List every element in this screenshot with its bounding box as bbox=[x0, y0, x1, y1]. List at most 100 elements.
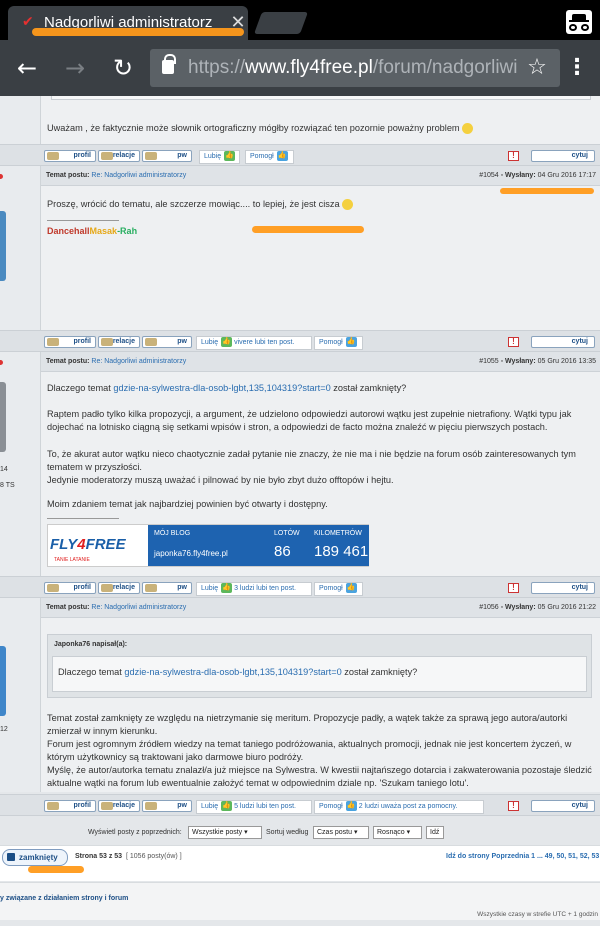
post-subject-link[interactable]: Re: Nadgorliwi administratorzy bbox=[91, 172, 186, 179]
avatar bbox=[0, 646, 6, 716]
quote-text: Dlaczego temat gdzie-na-sylwestra-dla-os… bbox=[52, 656, 587, 692]
report-icon[interactable]: ! bbox=[508, 801, 519, 811]
thread-link[interactable]: gdzie-na-sylwestra-dla-osob-lgbt,135,104… bbox=[124, 667, 341, 677]
quote-block: Japonka76 napisał(a): Dlaczego temat gdz… bbox=[47, 634, 592, 698]
post-subject-link[interactable]: Re: Nadgorliwi administratorzy bbox=[91, 358, 186, 365]
quote-button[interactable]: cytuj bbox=[531, 336, 595, 348]
report-icon[interactable]: ! bbox=[508, 337, 519, 347]
like-button[interactable]: Lubię 👍 vivere lubi ten post. bbox=[196, 336, 312, 350]
flights-count: 86 bbox=[274, 543, 291, 560]
helpful-button[interactable]: Pomogł 👍 bbox=[314, 336, 363, 350]
helpful-button[interactable]: Pomogł 👍 2 ludzi uważa post za pomocny. bbox=[314, 800, 484, 814]
post-count: [ 1056 posty(ów) ] bbox=[126, 853, 182, 860]
post-actions-bar: profil relacje pw Lubię 👍 5 ludzi lubi te… bbox=[0, 794, 600, 816]
page-links[interactable]: Idź do strony Poprzednia 1 ... 49, 50, 5… bbox=[446, 853, 599, 860]
author-column bbox=[0, 96, 41, 144]
helpful-icon: 👍 bbox=[276, 151, 288, 162]
author-info: 14 bbox=[0, 466, 8, 473]
report-icon[interactable]: ! bbox=[508, 151, 519, 161]
pm-button[interactable]: pw bbox=[142, 150, 192, 162]
author-column: 14 8 TS bbox=[0, 352, 41, 576]
post-subject-link[interactable]: Re: Nadgorliwi administratorzy bbox=[91, 604, 186, 611]
locked-topic-button[interactable]: zamknięty bbox=[2, 849, 68, 866]
page-info: Strona 53 z 53 bbox=[75, 853, 123, 860]
quote-author: Japonka76 napisał(a): bbox=[54, 641, 128, 648]
toolbar: ← → ↻ https://www.fly4free.pl/forum/nadg… bbox=[0, 40, 600, 96]
sort-order-select[interactable]: Rosnąco ▾ bbox=[373, 826, 422, 839]
laugh-emoji-icon bbox=[342, 199, 354, 211]
profile-button[interactable]: profil bbox=[44, 800, 96, 812]
go-button[interactable]: Idź bbox=[426, 826, 444, 839]
bookmark-star-icon[interactable]: ☆ bbox=[524, 54, 550, 82]
like-button[interactable]: Lubię 👍 bbox=[199, 150, 240, 164]
relations-button[interactable]: relacje bbox=[98, 150, 140, 162]
post-date: 05 Gru 2016 21:22 bbox=[537, 604, 596, 611]
likes-count: 5 ludzi lubi ten post. bbox=[234, 803, 296, 810]
sort-days-label: Wyświetl posty z poprzednich: bbox=[88, 829, 182, 836]
helpful-icon: 👍 bbox=[345, 583, 357, 594]
helpful-icon: 👍 bbox=[345, 801, 357, 812]
thread-link[interactable]: gdzie-na-sylwestra-dla-osob-lgbt,135,104… bbox=[113, 383, 330, 393]
post-header: Temat postu: Re: Nadgorliwi administrato… bbox=[41, 352, 600, 372]
sort-bar: Wyświetl posty z poprzednich: Wszystkie … bbox=[0, 821, 600, 843]
overflow-menu-icon[interactable]: ⋮ bbox=[566, 54, 588, 82]
quote-button[interactable]: cytuj bbox=[531, 582, 595, 594]
post-number[interactable]: #1055 bbox=[479, 358, 498, 365]
author-column: 12 bbox=[0, 598, 41, 792]
profile-button[interactable]: profil bbox=[44, 150, 96, 162]
reload-icon[interactable]: ↻ bbox=[108, 54, 138, 82]
quote-button[interactable]: cytuj bbox=[531, 150, 595, 162]
sort-key-select[interactable]: Czas postu ▾ bbox=[313, 826, 369, 839]
footer: y związane z działaniem strony i forum W… bbox=[0, 882, 600, 920]
profile-button[interactable]: profil bbox=[44, 582, 96, 594]
likes-count: vivere lubi ten post. bbox=[234, 339, 295, 346]
post-date: 04 Gru 2016 17:17 bbox=[537, 172, 596, 179]
thumbs-up-icon: 👍 bbox=[224, 151, 236, 162]
post-actions-bar: profil relacje pw Lubię 👍 Pomogł 👍 ! cytuj bbox=[0, 144, 600, 166]
pm-button[interactable]: pw bbox=[142, 800, 192, 812]
fly4free-logo: FLY4FREE bbox=[50, 536, 126, 553]
relations-button[interactable]: relacje bbox=[98, 800, 140, 812]
likes-count: 3 ludzi lubi ten post. bbox=[234, 585, 296, 592]
blog-banner[interactable]: FLY4FREE TANIE LATANIE MÓJ BLOG japonka7… bbox=[47, 524, 369, 567]
post-header: Temat postu: Re: Nadgorliwi administrato… bbox=[41, 598, 600, 618]
lock-icon bbox=[162, 54, 176, 74]
avatar bbox=[0, 211, 6, 281]
post-text: Jedynie moderatorzy muszą uważać i pilno… bbox=[47, 475, 394, 485]
quote-button[interactable]: cytuj bbox=[531, 800, 595, 812]
author-info: 12 bbox=[0, 726, 8, 733]
incognito-icon bbox=[566, 10, 592, 34]
timezone-note: Wszystkie czasy w strefie UTC + 1 godzin bbox=[477, 911, 598, 918]
relations-button[interactable]: relacje bbox=[98, 582, 140, 594]
avatar bbox=[0, 382, 6, 452]
helpful-count: 2 ludzi uważa post za pomocny. bbox=[358, 803, 458, 810]
helpful-button[interactable]: Pomogł 👍 bbox=[245, 150, 294, 164]
post-text: Proszę, wrócić do tematu, ale szczerze m… bbox=[47, 199, 340, 209]
back-icon[interactable]: ← bbox=[12, 54, 42, 82]
like-button[interactable]: Lubię 👍 3 ludzi lubi ten post. bbox=[196, 582, 312, 596]
post-number[interactable]: #1056 bbox=[479, 604, 498, 611]
thumbs-up-icon: 👍 bbox=[221, 801, 233, 812]
pm-button[interactable]: pw bbox=[142, 582, 192, 594]
forward-icon[interactable]: → bbox=[60, 54, 90, 82]
thumbs-up-icon: 👍 bbox=[221, 337, 233, 348]
post-text: Dlaczego temat gdzie-na-sylwestra-dla-os… bbox=[47, 383, 407, 393]
profile-button[interactable]: profil bbox=[44, 336, 96, 348]
days-select[interactable]: Wszystkie posty ▾ bbox=[188, 826, 262, 839]
highlight-tab bbox=[32, 28, 244, 36]
pagination-row: zamknięty Strona 53 z 53 [ 1056 posty(ów… bbox=[0, 845, 600, 881]
footer-link[interactable]: y związane z działaniem strony i forum bbox=[0, 895, 128, 902]
sort-by-label: Sortuj według bbox=[266, 829, 309, 836]
post-icon: ▫ bbox=[500, 172, 504, 179]
new-tab-button[interactable] bbox=[253, 12, 309, 34]
report-icon[interactable]: ! bbox=[508, 583, 519, 593]
relations-button[interactable]: relacje bbox=[98, 336, 140, 348]
post-number[interactable]: #1054 bbox=[479, 172, 498, 179]
post-text: Raptem padło tylko kilka propozycji, a a… bbox=[47, 409, 572, 432]
address-bar[interactable]: https://www.fly4free.pl/forum/nadgorliwi… bbox=[150, 49, 560, 87]
highlight-text bbox=[252, 226, 364, 233]
pm-button[interactable]: pw bbox=[142, 336, 192, 348]
helpful-button[interactable]: Pomogł 👍 bbox=[314, 582, 363, 596]
wink-emoji-icon bbox=[462, 123, 474, 135]
like-button[interactable]: Lubię 👍 5 ludzi lubi ten post. bbox=[196, 800, 312, 814]
